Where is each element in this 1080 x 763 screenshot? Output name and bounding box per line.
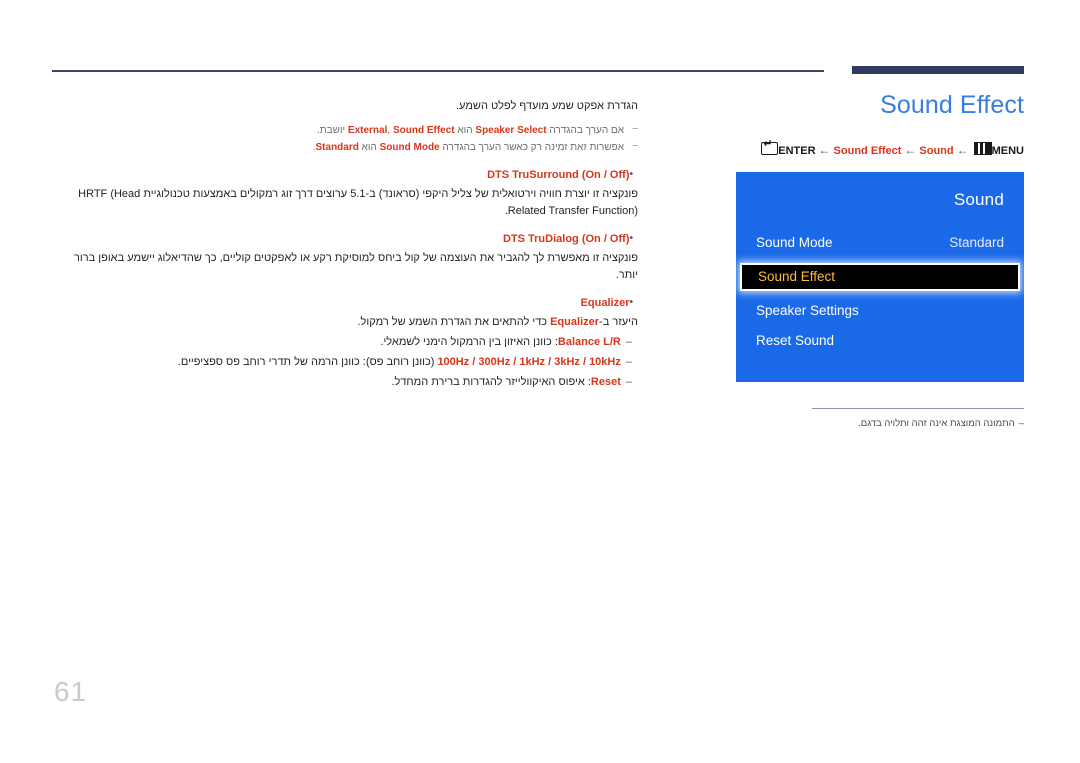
menu-key-icon — [973, 141, 992, 155]
bullet-heading-equalizer: •Equalizer — [52, 294, 638, 312]
bullet-heading-name: Equalizer — [580, 297, 630, 309]
note-dash: – — [632, 123, 638, 134]
note-keyword-standard: Standard — [315, 142, 359, 153]
bullet-dot-icon: • — [629, 169, 633, 180]
osd-spacer — [736, 258, 1024, 262]
sub-item-dash: – — [625, 356, 632, 368]
note-text-post: יושבת. — [316, 125, 348, 136]
page-number: 61 — [54, 676, 88, 707]
sub-item-balance-lr: –Balance L/R: כוונן האיזון בין הרמקול הי… — [52, 333, 638, 351]
breadcrumb-menu-label: MENU — [991, 144, 1024, 157]
bullet-heading-name: DTS TruSurround — [487, 169, 579, 181]
osd-item-label: Sound Effect — [758, 268, 836, 284]
page-title: Sound Effect — [880, 91, 1024, 119]
osd-menu-title: Sound — [953, 189, 1004, 209]
note-text-pre: אם הערך בהגדרה — [546, 125, 624, 136]
sub-item-dash: – — [625, 376, 632, 388]
note-dash: – — [632, 140, 638, 151]
equalizer-body-pre: היעזר ב- — [599, 316, 638, 328]
note-text-pre: אפשרות זאת זמינה רק כאשר הערך בהגדרה — [439, 142, 624, 153]
bullet-dot-icon: • — [629, 233, 633, 244]
sub-item-keyword-reset: Reset — [590, 376, 621, 388]
osd-note-dash: – — [1018, 417, 1024, 429]
osd-note-text: התמונה המוצגת אינה זהה ותלויה בדגם. — [858, 417, 1015, 429]
header-divider-line — [52, 70, 824, 72]
enter-key-icon — [761, 139, 779, 155]
header-accent-bar — [852, 66, 1024, 74]
bullet-heading-options: (On / Off) — [581, 233, 630, 245]
sub-item-text: (כוונן רוחב פס): כוונן הרמה של תדרי רוחב… — [177, 356, 438, 368]
note-speaker-select: – אם הערך בהגדרה Speaker Select הוא Exter… — [52, 123, 638, 139]
note-text-mid: הוא — [454, 125, 476, 136]
bullet-heading-name: DTS TruDialog — [502, 233, 579, 245]
osd-item-reset-sound[interactable]: Reset Sound — [736, 326, 1024, 356]
breadcrumb-step-sound[interactable]: Sound — [919, 145, 953, 157]
bullet-heading-dts-trudialog: • DTS TruDialog (On / Off) — [52, 230, 638, 248]
osd-menu-panel: Sound Sound Mode Standard Sound Effect S… — [736, 171, 1024, 382]
note-keyword-sound-effect: Sound Effect — [392, 125, 455, 136]
osd-item-value: Standard — [949, 234, 1004, 250]
osd-item-label: Reset Sound — [756, 332, 835, 348]
breadcrumb-step-sound-effect[interactable]: Sound Effect — [834, 145, 902, 157]
content-column: הגדרת אפקט שמע מועדף לפלט השמע. – אם הערך… — [52, 98, 638, 391]
sub-item-reset: –Reset: איפוס האיקוולייזר להגדרות ברירת … — [52, 373, 638, 391]
osd-note-divider — [812, 407, 1024, 409]
breadcrumb-enter-label: ENTER — [778, 144, 816, 157]
equalizer-body-keyword: Equalizer — [550, 316, 600, 328]
sub-item-dash: – — [625, 336, 632, 348]
equalizer-body-post: כדי להתאים את הגדרת השמע של רמקול. — [357, 316, 551, 328]
bullet-body-dts-trudialog: פונקציה זו מאפשרת לך להגביר את העוצמה של… — [74, 252, 638, 281]
note-keyword-sound-mode: Sound Mode — [379, 142, 440, 153]
intro-paragraph: הגדרת אפקט שמע מועדף לפלט השמע. — [456, 100, 638, 112]
osd-item-sound-effect[interactable]: Sound Effect — [740, 262, 1020, 291]
sub-item-frequency-bands: –100Hz / 300Hz / 1kHz / 3kHz / 10kHz (כו… — [52, 353, 638, 371]
right-panel: Sound Effect ENTER←Sound Effect←Sound←ME… — [734, 91, 1024, 431]
bullet-heading-dts-trusurround: • DTS TruSurround (On / Off) — [52, 166, 638, 184]
note-keyword-speaker-select: Speaker Select — [475, 125, 547, 136]
note-sound-mode: – אפשרות זאת זמינה רק כאשר הערך בהגדרה So… — [52, 140, 638, 156]
osd-item-speaker-settings[interactable]: Speaker Settings — [736, 296, 1024, 326]
sub-item-text: : איפוס האיקוולייזר להגדרות ברירת המחדל. — [391, 376, 591, 388]
sub-item-keyword-balance-lr: Balance L/R — [557, 336, 621, 348]
bullet-body-equalizer: היעזר ב-Equalizer כדי להתאים את הגדרת הש… — [52, 314, 639, 331]
sub-item-keyword-frequency-bands: 100Hz / 300Hz / 1kHz / 3kHz / 10kHz — [437, 356, 621, 368]
osd-note: –התמונה המוצגת אינה זהה ותלויה בדגם. — [734, 417, 1024, 431]
breadcrumb-arrow-icon-2: ← — [904, 142, 917, 157]
sub-item-text: : כוונן האיזון בין הרמקול הימני לשמאלי. — [380, 336, 558, 348]
breadcrumb: ENTER←Sound Effect←Sound←MENU — [734, 139, 1024, 158]
breadcrumb-arrow-icon-3: ← — [956, 142, 969, 157]
bullet-dot-icon: • — [629, 297, 633, 308]
osd-item-label: Speaker Settings — [756, 302, 859, 318]
bullet-heading-options: (On / Off) — [581, 169, 630, 181]
note-text-mid: הוא — [358, 142, 380, 153]
osd-item-sound-mode[interactable]: Sound Mode Standard — [736, 228, 1024, 258]
breadcrumb-arrow-icon-1: ← — [818, 142, 831, 157]
osd-item-label: Sound Mode — [756, 234, 833, 250]
bullet-body-dts-trusurround: פונקציה זו יוצרת חוויה וירטואלית של צליל… — [78, 188, 638, 217]
note-keyword-external: External — [347, 125, 388, 136]
